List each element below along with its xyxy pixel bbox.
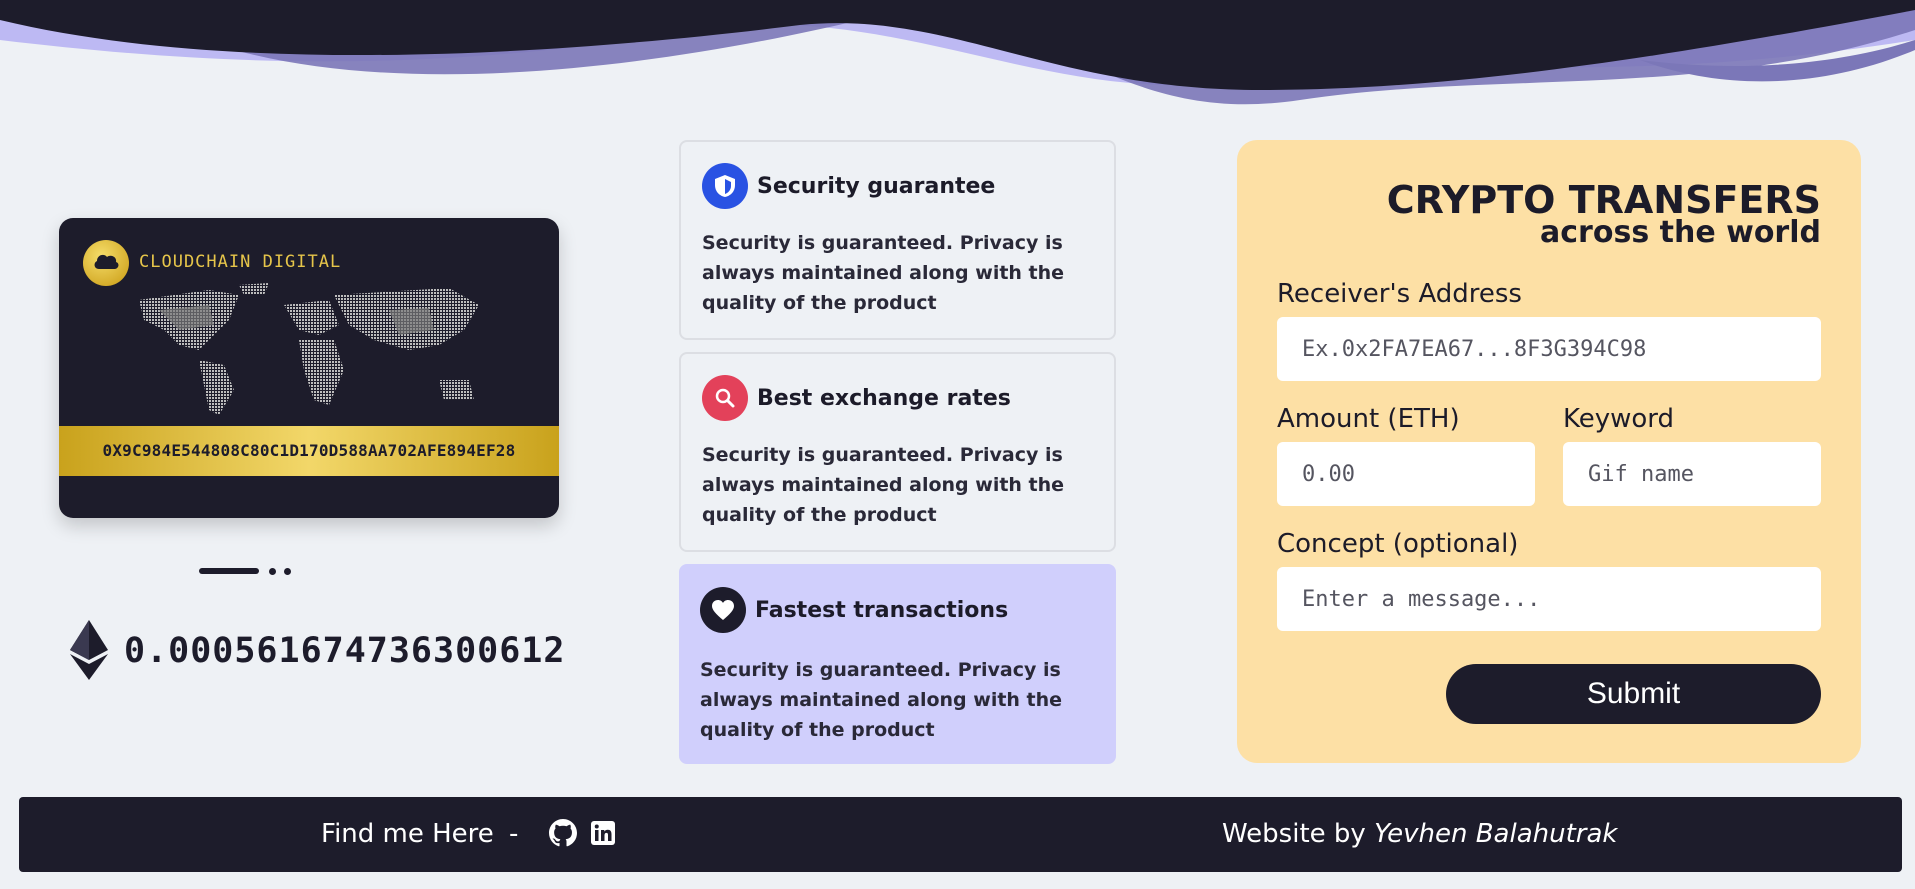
footer: Find me Here - Website by Yevhen Balahut…: [19, 797, 1902, 872]
concept-label: Concept (optional): [1277, 529, 1519, 559]
carousel-dot[interactable]: [284, 568, 291, 575]
feature-text: Security is guaranteed. Privacy is alway…: [702, 232, 1065, 314]
header-waves: [0, 0, 1915, 105]
shield-icon: [702, 163, 748, 209]
feature-title: Security guarantee: [757, 174, 996, 199]
find-me-label: Find me Here: [321, 819, 494, 849]
feature-text: Security is guaranteed. Privacy is alway…: [700, 659, 1063, 741]
panel-title: CRYPTO TRANSFERS: [1386, 178, 1821, 222]
credit-prefix: Website by: [1222, 819, 1366, 849]
feature-card-security: Security guarantee Security is guarantee…: [679, 140, 1116, 340]
eth-balance: 0.000561674736300612: [124, 631, 566, 671]
keyword-label: Keyword: [1563, 404, 1675, 434]
panel-subtitle: across the world: [1540, 215, 1821, 250]
card-account-number: 0X9C984E544808C80C1D170D588AA702AFE894EF…: [102, 441, 516, 460]
author-name[interactable]: Yevhen Balahutrak: [1374, 819, 1617, 849]
card-number-strip: 0X9C984E544808C80C1D170D588AA702AFE894EF…: [59, 426, 559, 476]
feature-text: Security is guaranteed. Privacy is alway…: [702, 444, 1065, 526]
feature-card-fastest: Fastest transactions Security is guarant…: [679, 564, 1116, 764]
amount-label: Amount (ETH): [1277, 404, 1460, 434]
submit-button[interactable]: Submit: [1446, 664, 1821, 724]
heart-icon: [700, 587, 746, 633]
github-icon[interactable]: [549, 819, 577, 847]
feature-title: Best exchange rates: [757, 386, 1011, 411]
feature-title: Fastest transactions: [755, 598, 1009, 623]
transfer-panel: CRYPTO TRANSFERS across the world Receiv…: [1237, 140, 1861, 763]
receiver-label: Receiver's Address: [1277, 279, 1522, 309]
keyword-input[interactable]: [1563, 442, 1821, 506]
ethereum-icon: [70, 620, 108, 680]
feature-card-exchange: Best exchange rates Security is guarante…: [679, 352, 1116, 552]
card-brand: CLOUDCHAIN DIGITAL: [139, 252, 342, 272]
website-credit: Website by Yevhen Balahutrak: [1222, 819, 1617, 849]
carousel-dot-active[interactable]: [199, 568, 259, 574]
linkedin-icon[interactable]: [590, 820, 616, 846]
amount-input[interactable]: [1277, 442, 1535, 506]
world-map-graphic: [139, 283, 479, 415]
crypto-card: CLOUDCHAIN DIGITAL 0X9C984E544808C80C1D1…: [59, 218, 559, 518]
footer-separator: -: [509, 819, 519, 849]
receiver-address-input[interactable]: [1277, 317, 1821, 381]
concept-input[interactable]: [1277, 567, 1821, 631]
carousel-dot[interactable]: [269, 568, 276, 575]
search-icon: [702, 375, 748, 421]
carousel-indicator: [199, 567, 299, 575]
